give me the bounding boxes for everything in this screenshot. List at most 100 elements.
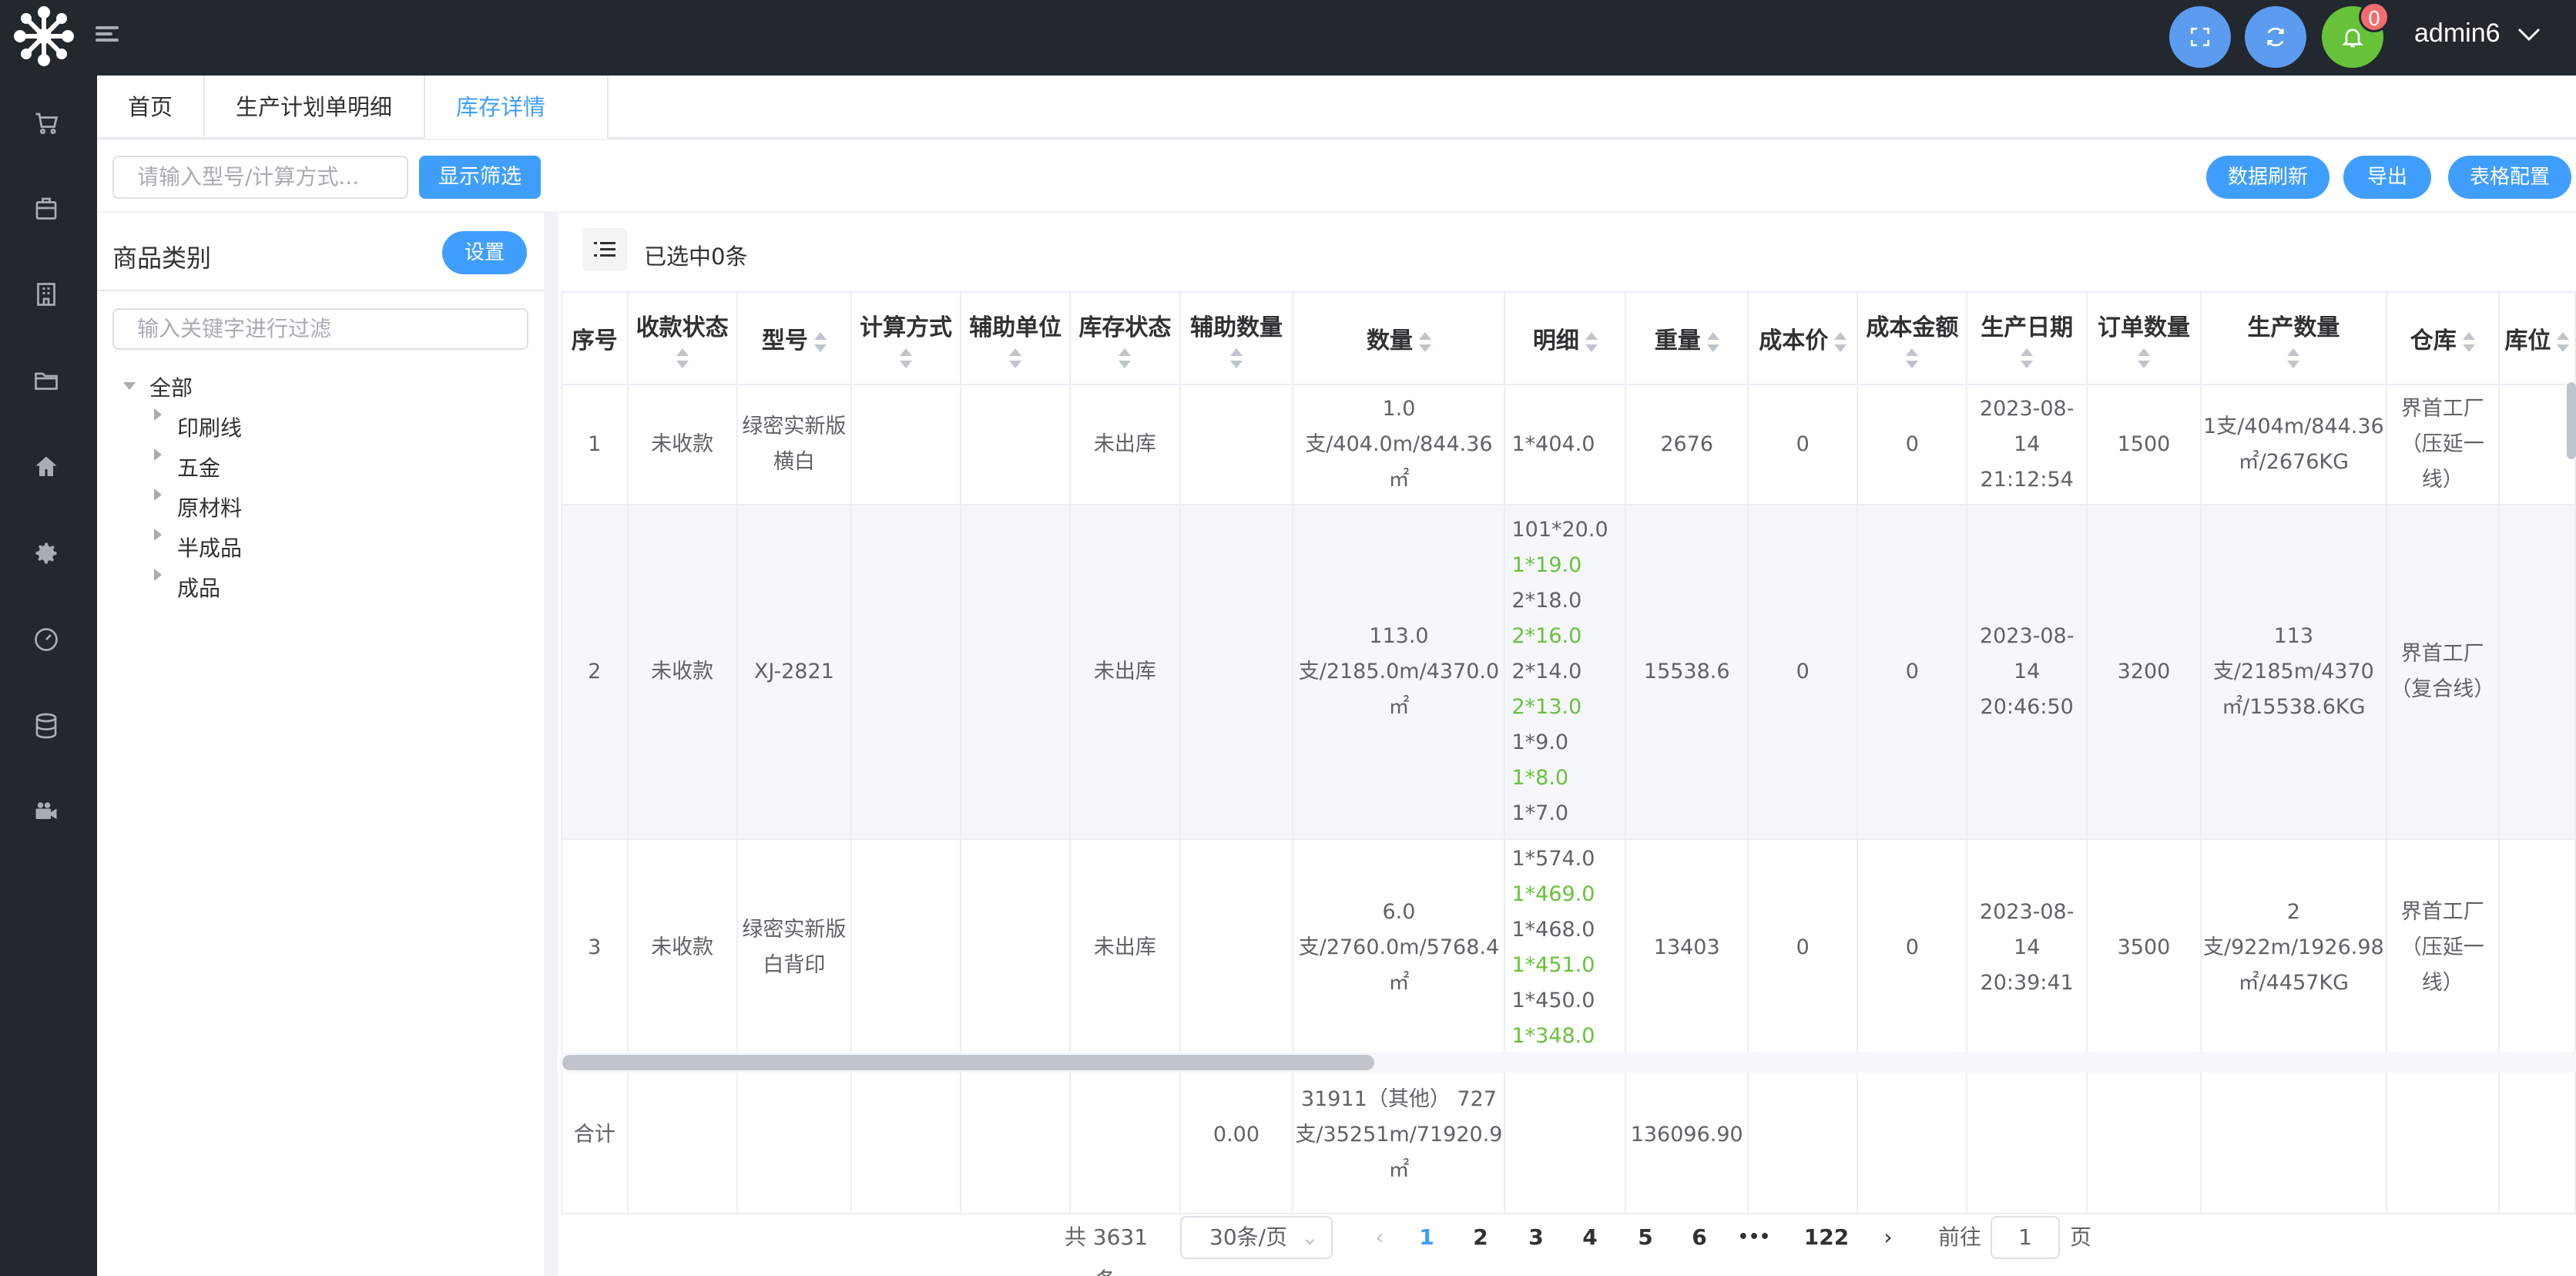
refresh-data-button[interactable]: 数据刷新 [2206, 156, 2329, 199]
cell-qty: 1.0支/404.0m/844.36㎡ [1292, 384, 1506, 505]
logo-icon[interactable] [11, 3, 77, 69]
tree-item-hardware[interactable]: 五金 [177, 452, 220, 482]
col-header-cost-price[interactable]: 成本价 [1747, 291, 1859, 385]
col-header-aux-qty[interactable]: 辅助数量 [1179, 291, 1294, 385]
page-number[interactable]: 6 [1684, 1216, 1715, 1259]
sort-icon[interactable] [1906, 348, 1919, 368]
sort-icon[interactable] [1229, 348, 1243, 368]
search-input[interactable]: 请输入型号/计算方式... [112, 156, 408, 199]
col-header-details[interactable]: 明细 [1504, 291, 1627, 385]
caret-right-icon[interactable] [154, 448, 162, 461]
caret-right-icon[interactable] [154, 489, 162, 501]
sort-icon[interactable] [2021, 348, 2034, 368]
database-icon[interactable] [32, 712, 60, 740]
export-button[interactable]: 导出 [2343, 156, 2431, 199]
gauge-icon[interactable] [32, 626, 60, 653]
horizontal-scroll-thumb[interactable] [562, 1055, 1374, 1070]
page-number[interactable]: 2 [1465, 1216, 1496, 1259]
cell-empty [1857, 1056, 1968, 1214]
tab-bar: 首页 生产计划单明细 库存详情✕ [97, 76, 2576, 183]
sort-icon[interactable] [1119, 348, 1132, 368]
tab-home[interactable]: 首页 [97, 76, 205, 139]
col-header-aux-unit[interactable]: 辅助单位 [960, 291, 1072, 385]
col-header-weight[interactable]: 重量 [1625, 291, 1749, 385]
sort-icon[interactable] [1009, 348, 1022, 368]
detail-line: 1*348.0 [1511, 1024, 1595, 1048]
table-row[interactable]: 2 未收款 XJ-2821 未出库 113.0支/2185.0m/4370.0㎡… [561, 504, 2576, 840]
page-number[interactable]: 4 [1575, 1216, 1605, 1259]
bag-icon[interactable] [32, 194, 60, 222]
cell-model: 绿密实新版横白 [736, 384, 852, 505]
caret-right-icon[interactable] [154, 529, 162, 541]
sort-icon[interactable] [1834, 331, 1847, 352]
caret-right-icon[interactable] [154, 569, 162, 581]
sort-icon[interactable] [2557, 331, 2570, 352]
col-header-qty[interactable]: 数量 [1292, 291, 1506, 385]
cell-summary-weight: 136096.90 [1625, 1056, 1749, 1214]
table-row[interactable]: 1 未收款 绿密实新版横白 未出库 1.0支/404.0m/844.36㎡ 1*… [561, 384, 2576, 505]
col-header-prod-date[interactable]: 生产日期 [1966, 291, 2088, 385]
menu-collapse-icon[interactable] [96, 23, 120, 48]
tree-item-finished[interactable]: 成品 [177, 572, 220, 603]
sort-icon[interactable] [899, 348, 912, 368]
sort-icon[interactable] [1706, 331, 1719, 352]
sort-icon[interactable] [1418, 331, 1431, 352]
vertical-scroll-thumb[interactable] [2567, 382, 2576, 459]
tree-item-semi-finished[interactable]: 半成品 [177, 532, 242, 562]
col-header-payment-status[interactable]: 收款状态 [626, 291, 738, 385]
caret-down-icon[interactable] [123, 382, 136, 390]
page-number[interactable]: 5 [1630, 1216, 1661, 1259]
goto-page-input[interactable]: 1 [1991, 1216, 2060, 1259]
tab-production-plan[interactable]: 生产计划单明细 [205, 76, 425, 139]
col-header-stock-status[interactable]: 库存状态 [1069, 291, 1181, 385]
refresh-icon[interactable] [2245, 6, 2306, 68]
sort-icon[interactable] [2462, 331, 2475, 352]
col-header-model[interactable]: 型号 [736, 291, 852, 385]
more-pages-icon[interactable]: ••• [1735, 1216, 1773, 1259]
sort-icon[interactable] [813, 331, 827, 352]
sort-icon[interactable] [2137, 348, 2150, 368]
next-page-icon[interactable]: › [1877, 1216, 1900, 1259]
category-filter-input[interactable]: 输入关键字进行过滤 [112, 308, 528, 350]
col-header-cost-amount[interactable]: 成本金额 [1857, 291, 1968, 385]
sort-icon[interactable] [676, 348, 689, 368]
user-name[interactable]: admin6 [2414, 18, 2501, 49]
col-header-location[interactable]: 库位 [2497, 291, 2576, 385]
page-number-last[interactable]: 122 [1800, 1216, 1853, 1259]
tree-item-all[interactable]: 全部 [149, 371, 193, 402]
page-size-select[interactable]: 30条/页 ⌄ [1180, 1216, 1333, 1259]
show-filter-button[interactable]: 显示筛选 [419, 156, 541, 199]
tree-item-raw-material[interactable]: 原材料 [177, 492, 242, 522]
home-icon[interactable] [32, 453, 60, 481]
cell-empty [1069, 1056, 1181, 1214]
col-header-prod-qty[interactable]: 生产数量 [2200, 291, 2387, 385]
cart-icon[interactable] [32, 109, 60, 137]
col-header-index[interactable]: 序号 [561, 291, 629, 385]
column-menu-button[interactable] [582, 228, 627, 271]
gear-icon[interactable] [32, 539, 60, 567]
table-config-button[interactable]: 表格配置 [2448, 156, 2571, 199]
category-settings-button[interactable]: 设置 [442, 231, 527, 274]
fullscreen-icon[interactable] [2169, 6, 2231, 68]
col-header-warehouse[interactable]: 仓库 [2385, 291, 2500, 385]
cell-index: 2 [561, 504, 629, 840]
notification-button[interactable]: 0 [2322, 2, 2390, 68]
tree-item-printing-line[interactable]: 印刷线 [177, 411, 242, 442]
chevron-down-icon[interactable] [2516, 23, 2542, 46]
folder-icon[interactable] [32, 367, 60, 395]
page-number[interactable]: 3 [1521, 1216, 1551, 1259]
prev-page-icon[interactable]: ‹ [1368, 1216, 1391, 1259]
cell-empty [1966, 1056, 2088, 1214]
sort-icon[interactable] [2287, 348, 2300, 368]
col-header-calc-method[interactable]: 计算方式 [850, 291, 962, 385]
caret-right-icon[interactable] [154, 408, 162, 421]
inventory-table: 序号 收款状态 型号 计算方式 辅助单位 库存状态 辅助数量 数量 明细 重量 … [561, 291, 2576, 1214]
table-row[interactable]: 3 未收款 绿密实新版白背印 未出库 6.0支/2760.0m/5768.4㎡ … [561, 838, 2576, 1057]
camera-icon[interactable] [32, 798, 60, 826]
tab-inventory-detail[interactable]: 库存详情✕ [425, 76, 609, 183]
cell-order-qty: 1500 [2085, 384, 2202, 505]
page-number-current[interactable]: 1 [1411, 1216, 1442, 1259]
col-header-order-qty[interactable]: 订单数量 [2085, 291, 2202, 385]
sort-icon[interactable] [1585, 331, 1598, 352]
building-icon[interactable] [32, 280, 60, 308]
